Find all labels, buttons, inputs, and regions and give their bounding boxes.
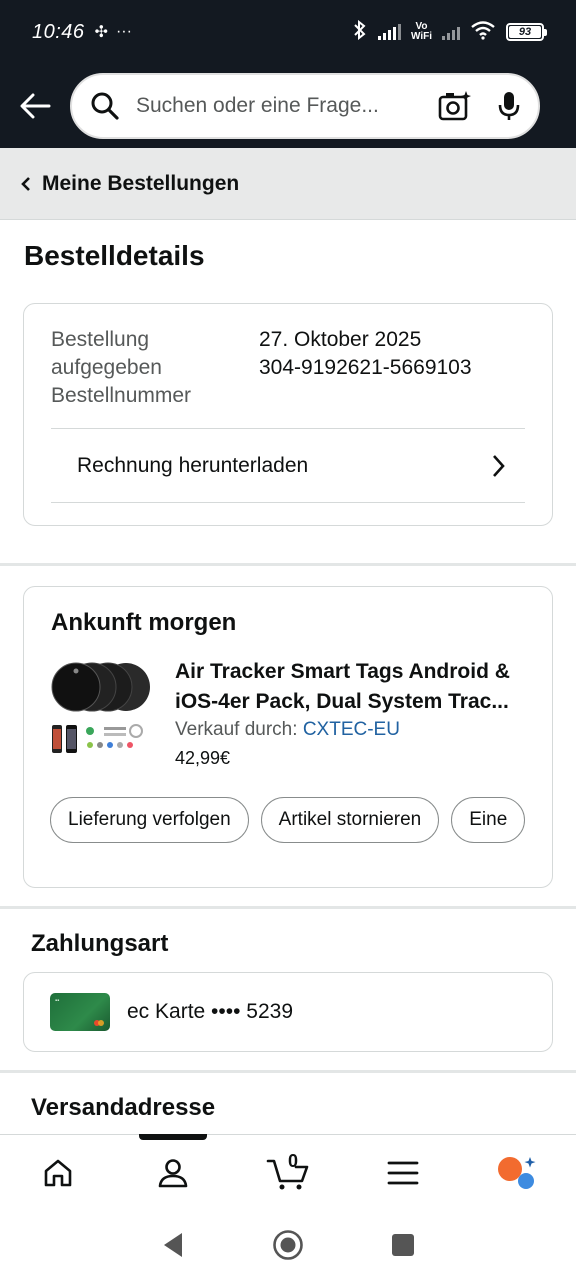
menu-icon <box>387 1161 419 1184</box>
account-icon <box>158 1158 188 1187</box>
nav-account[interactable] <box>115 1135 230 1210</box>
cart-count: 0 <box>288 1151 299 1171</box>
sold-by-label: Verkauf durch: <box>175 719 298 740</box>
order-placed-label-2: aufgegeben <box>51 356 162 379</box>
system-back-icon[interactable] <box>160 1231 186 1259</box>
system-nav <box>0 1210 576 1280</box>
divider <box>51 502 525 503</box>
page-title: Bestelldetails <box>24 240 205 271</box>
bottom-nav: 0 <box>0 1134 576 1210</box>
status-time: 10:46 <box>32 20 85 43</box>
payment-title: Zahlungsart <box>31 930 169 957</box>
product-price: 42,99€ <box>175 748 231 768</box>
breadcrumb[interactable]: Meine Bestellungen <box>0 148 576 220</box>
section-separator <box>0 563 576 566</box>
fan-icon: ✣ <box>94 24 108 41</box>
nav-home[interactable] <box>0 1135 115 1210</box>
order-number-label: Bestellnummer <box>51 384 192 407</box>
microphone-icon[interactable] <box>496 90 522 122</box>
signal-icon <box>377 24 401 40</box>
chevron-right-icon <box>493 455 505 477</box>
wifi-icon <box>470 20 496 44</box>
nav-rufus[interactable] <box>461 1135 576 1210</box>
track-delivery-button[interactable]: Lieferung verfolgen <box>50 797 249 843</box>
vowifi-icon: Vo WiFi <box>410 21 432 42</box>
bluetooth-icon <box>352 19 368 44</box>
download-invoice-row[interactable]: Rechnung herunterladen <box>51 430 525 502</box>
breadcrumb-label[interactable]: Meine Bestellungen <box>42 172 239 196</box>
arrival-title: Ankunft morgen <box>51 609 237 636</box>
order-info-card: Bestellung aufgegeben Bestellnummer 27. … <box>23 303 553 526</box>
credit-card-icon: ▪▪ <box>50 993 110 1031</box>
payment-card[interactable]: ▪▪ ec Karte •••• 5239 <box>23 972 553 1052</box>
nav-menu[interactable] <box>346 1135 461 1210</box>
arrival-card: Ankunft morgen Air Tracker Smart Tags An… <box>23 586 553 888</box>
more-action-button[interactable]: Eine <box>451 797 526 843</box>
back-button[interactable] <box>0 64 70 148</box>
battery-icon: 93 <box>506 23 547 41</box>
status-bar: 10:46 ✣ ··· Vo WiFi 93 <box>0 0 576 64</box>
rufus-icon <box>498 1156 536 1189</box>
back-arrow-icon <box>20 93 51 119</box>
system-home-icon[interactable] <box>272 1229 304 1261</box>
download-invoice-label[interactable]: Rechnung herunterladen <box>77 454 308 478</box>
home-icon <box>44 1159 71 1186</box>
search-icon <box>91 92 119 120</box>
divider <box>51 428 525 429</box>
product-title[interactable]: Air Tracker Smart Tags Android & iOS-4er… <box>175 657 535 717</box>
camera-search-icon[interactable] <box>438 90 472 122</box>
payment-method-text: ec Karte •••• 5239 <box>127 1000 294 1023</box>
order-placed-value: 27. Oktober 2025 <box>259 328 422 351</box>
more-notifications-icon: ··· <box>115 23 132 40</box>
cancel-item-button[interactable]: Artikel stornieren <box>260 797 440 843</box>
header: Suchen oder eine Frage... <box>0 64 576 148</box>
seller-link[interactable]: CXTEC-EU <box>303 719 400 740</box>
section-separator <box>0 906 576 909</box>
shipping-address-title: Versandadresse <box>31 1094 216 1121</box>
signal-2-icon <box>442 24 460 40</box>
section-separator <box>0 1070 576 1073</box>
nav-cart[interactable]: 0 <box>230 1135 345 1210</box>
chevron-left-icon <box>21 176 30 191</box>
search-bar[interactable]: Suchen oder eine Frage... <box>70 73 540 139</box>
system-recents-icon[interactable] <box>390 1232 416 1258</box>
action-buttons-row[interactable]: Lieferung verfolgen Artikel stornieren E… <box>50 797 533 845</box>
product-image[interactable] <box>50 659 154 759</box>
sold-by: Verkauf durch: CXTEC-EU <box>175 719 400 741</box>
order-placed-label: Bestellung <box>51 328 150 351</box>
order-number-value: 304-9192621-5669103 <box>259 356 472 379</box>
search-input[interactable]: Suchen oder eine Frage... <box>136 94 426 118</box>
